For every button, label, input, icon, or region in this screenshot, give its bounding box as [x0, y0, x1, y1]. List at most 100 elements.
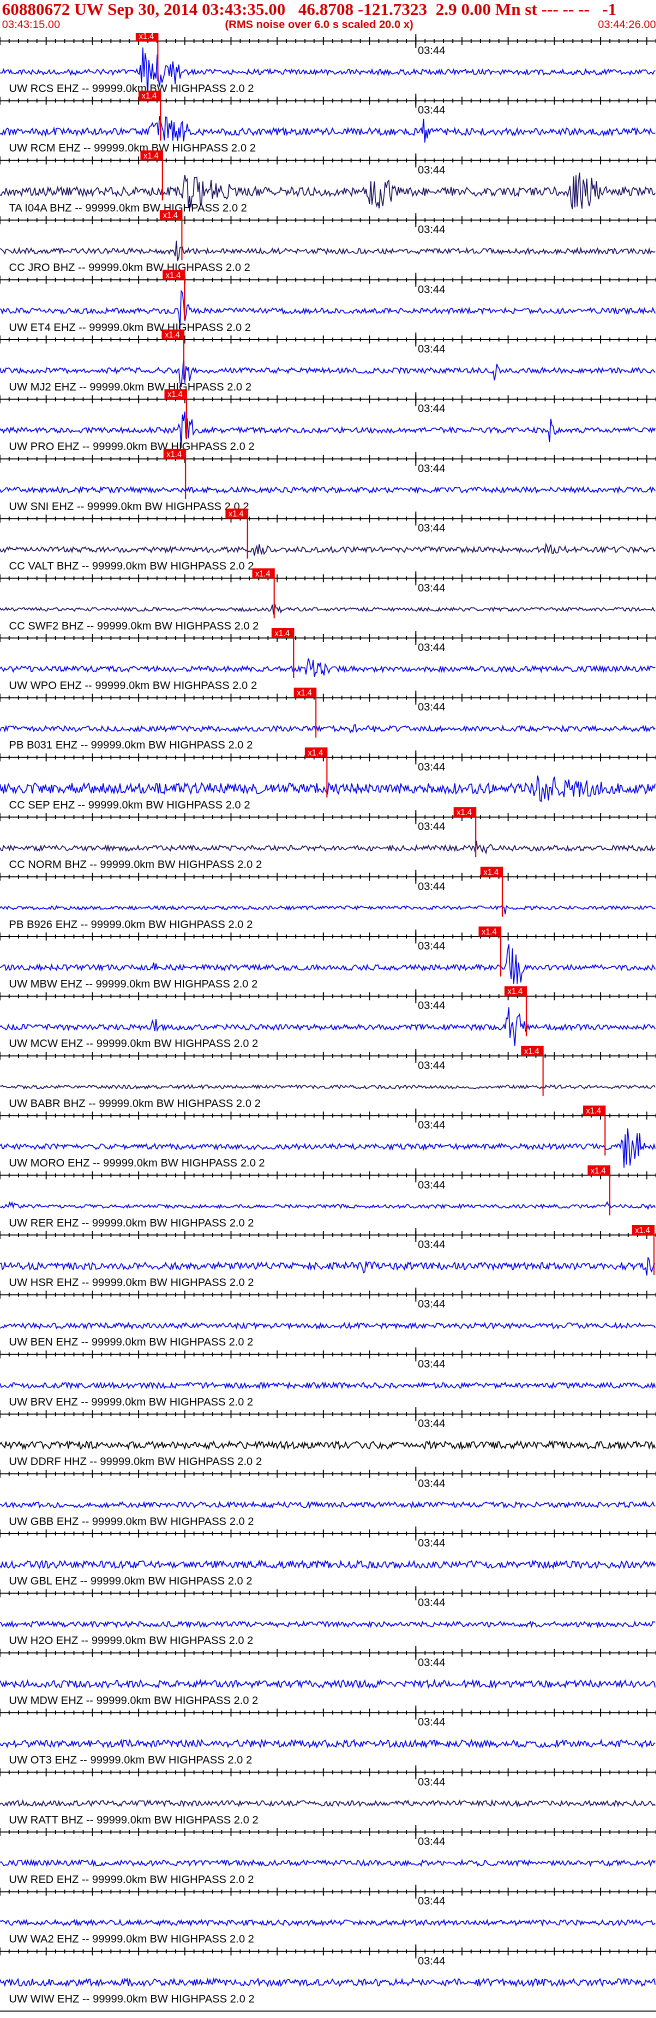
station-label: UW BEN EHZ -- 99999.0km BW HIGHPASS 2.0 …	[9, 1337, 253, 1349]
trace-row: 03:44 UW MORO EHZ -- 99999.0km BW HIGHPAS…	[0, 1105, 656, 1170]
minute-label: 03:44	[418, 1000, 446, 1012]
trace-row: 03:44 UW ET4 EHZ -- 99999.0km BW HIGHPASS…	[0, 269, 656, 334]
minute-label: 03:44	[418, 463, 446, 475]
trace-row: 03:44 UW MBW EHZ -- 99999.0km BW HIGHPASS…	[0, 926, 656, 991]
minute-label: 03:44	[418, 702, 446, 714]
minute-label: 03:44	[418, 164, 446, 176]
waveform-trace	[0, 1678, 656, 1689]
minute-label: 03:44	[418, 1538, 446, 1550]
pick-label: x1.4	[524, 1047, 540, 1056]
station-label: UW WIW EHZ -- 99999.0km BW HIGHPASS 2.0 …	[9, 1993, 255, 2005]
trace-row: 03:44 UW HSR EHZ -- 99999.0km BW HIGHPASS…	[0, 1225, 656, 1289]
station-label: PB B926 EHZ -- 99999.0km BW HIGHPASS 2.0…	[9, 919, 253, 931]
station-label: UW MCW EHZ -- 99999.0km BW HIGHPASS 2.0 …	[9, 1038, 258, 1050]
pick-label: x1.4	[275, 629, 291, 638]
station-label: TA I04A BHZ -- 99999.0km BW HIGHPASS 2.0…	[9, 202, 247, 214]
minute-label: 03:44	[418, 1597, 446, 1609]
station-label: UW RATT BHZ -- 99999.0km BW HIGHPASS 2.0…	[9, 1814, 258, 1826]
end-time-label: 03:44:26.00	[597, 19, 656, 31]
trace-row: 03:44 UW RCM EHZ -- 99999.0km BW HIGHPASS…	[0, 90, 656, 155]
minute-label: 03:44	[418, 1478, 446, 1490]
trace-row: 03:44 UW RER EHZ -- 99999.0km BW HIGHPASS…	[0, 1165, 656, 1229]
minute-label: 03:44	[418, 1776, 446, 1788]
station-label: UW RCM EHZ -- 99999.0km BW HIGHPASS 2.0 …	[9, 143, 256, 155]
station-label: UW RER EHZ -- 99999.0km BW HIGHPASS 2.0 …	[9, 1217, 254, 1229]
waveform-trace	[0, 1738, 656, 1749]
station-label: UW MDW EHZ -- 99999.0km BW HIGHPASS 2.0 …	[9, 1695, 258, 1707]
pick-label: x1.4	[165, 331, 181, 340]
station-label: UW RED EHZ -- 99999.0km BW HIGHPASS 2.0 …	[9, 1874, 254, 1886]
trace-row: 03:44 UW BABR BHZ -- 99999.0km BW HIGHPAS…	[0, 1045, 656, 1110]
pick-label: x1.4	[507, 987, 523, 996]
station-label: PB B031 EHZ -- 99999.0km BW HIGHPASS 2.0…	[9, 740, 253, 752]
station-label: UW ET4 EHZ -- 99999.0km BW HIGHPASS 2.0 …	[9, 322, 251, 334]
minute-label: 03:44	[418, 105, 446, 117]
pick-label: x1.4	[483, 868, 499, 877]
trace-row: 03:44 CC SEP EHZ -- 99999.0km BW HIGHPASS…	[0, 747, 656, 811]
waveform-trace	[0, 723, 656, 734]
waveform-trace	[0, 603, 656, 615]
trace-row: 03:44 PB B926 EHZ -- 99999.0km BW HIGHPAS…	[0, 866, 656, 931]
minute-label: 03:44	[418, 1418, 446, 1430]
noise-scale-note: (RMS noise over 6.0 s scaled 20.0 x)	[225, 19, 414, 31]
waveform-trace	[0, 1858, 656, 1868]
seismogram-svg: 03:44 UW RCS EHZ -- 99999.0km BW HIGHPASS…	[0, 33, 656, 2012]
minute-label: 03:44	[418, 284, 446, 296]
minute-label: 03:44	[418, 1657, 446, 1669]
minute-label: 03:44	[418, 941, 446, 953]
minute-label: 03:44	[418, 1060, 446, 1072]
minute-label: 03:44	[418, 1836, 446, 1848]
minute-label: 03:44	[418, 45, 446, 57]
pick-label: x1.4	[228, 510, 244, 519]
trace-row: 03:44 UW BRV EHZ -- 99999.0km BW HIGHPASS…	[0, 1347, 656, 1408]
waveform-trace	[0, 840, 656, 855]
minute-label: 03:44	[418, 821, 446, 833]
pick-label: x1.4	[139, 33, 155, 41]
waveform-trace	[0, 485, 656, 495]
station-label: UW RCS EHZ -- 99999.0km BW HIGHPASS 2.0 …	[9, 83, 254, 95]
minute-label: 03:44	[418, 1955, 446, 1967]
waveform-trace	[0, 240, 656, 261]
minute-label: 03:44	[418, 344, 446, 356]
waveform-trace	[0, 116, 656, 143]
waveform-trace	[0, 1977, 656, 1988]
waveform-trace	[0, 1083, 656, 1090]
station-label: UW HSR EHZ -- 99999.0km BW HIGHPASS 2.0 …	[9, 1277, 254, 1289]
minute-label: 03:44	[418, 1120, 446, 1132]
station-label: UW GBB EHZ -- 99999.0km BW HIGHPASS 2.0 …	[9, 1516, 254, 1528]
station-label: UW H2O EHZ -- 99999.0km BW HIGHPASS 2.0 …	[9, 1635, 253, 1647]
trace-row: 03:44 PB B031 EHZ -- 99999.0km BW HIGHPAS…	[0, 687, 656, 752]
minute-label: 03:44	[418, 523, 446, 535]
pick-label: x1.4	[142, 92, 158, 101]
trace-row: 03:44 UW MCW EHZ -- 99999.0km BW HIGHPASS…	[0, 986, 656, 1050]
waveform-trace	[0, 1559, 656, 1570]
waveform-trace	[0, 1200, 656, 1211]
waveform-trace	[0, 1257, 656, 1276]
station-label: UW WPO EHZ -- 99999.0km BW HIGHPASS 2.0 …	[9, 680, 257, 692]
waveform-trace	[0, 1439, 656, 1451]
waveform-trace	[0, 775, 656, 803]
station-label: UW DDRF HHZ -- 99999.0km BW HIGHPASS 2.0…	[9, 1456, 262, 1468]
waveform-trace	[0, 1918, 656, 1928]
minute-label: 03:44	[418, 1299, 446, 1311]
trace-row: 03:44 UW MDW EHZ -- 99999.0km BW HIGHPASS…	[0, 1645, 656, 1707]
trace-row: 03:44 CC VALT BHZ -- 99999.0km BW HIGHPAS…	[0, 508, 656, 573]
trace-row: 03:44 CC SWF2 BHZ -- 99999.0km BW HIGHPAS…	[0, 568, 656, 632]
trace-row: 03:44 UW GBL EHZ -- 99999.0km BW HIGHPASS…	[0, 1526, 656, 1588]
waveform-trace	[0, 658, 656, 678]
station-label: UW WA2 EHZ -- 99999.0km BW HIGHPASS 2.0 …	[9, 1934, 254, 1946]
pick-label: x1.4	[167, 390, 183, 399]
trace-row: 03:44 UW MJ2 EHZ -- 99999.0km BW HIGHPASS…	[0, 329, 656, 394]
station-label: CC JRO BHZ -- 99999.0km BW HIGHPASS 2.0 …	[9, 262, 250, 274]
pick-label: x1.4	[591, 1166, 607, 1175]
seismogram-header: 60880672 UW Sep 30, 2014 03:43:35.00 46.…	[0, 0, 656, 33]
trace-row: 03:44 UW WA2 EHZ -- 99999.0km BW HIGHPASS…	[0, 1884, 656, 1946]
minute-label: 03:44	[418, 642, 446, 654]
start-time-label: 03:43:15.00	[2, 19, 61, 31]
pick-label: x1.4	[457, 808, 473, 817]
station-label: UW MBW EHZ -- 99999.0km BW HIGHPASS 2.0 …	[9, 979, 258, 991]
station-label: UW MORO EHZ -- 99999.0km BW HIGHPASS 2.0…	[9, 1158, 265, 1170]
station-label: UW PRO EHZ -- 99999.0km BW HIGHPASS 2.0 …	[9, 441, 255, 453]
trace-row: 03:44 CC NORM BHZ -- 99999.0km BW HIGHPAS…	[0, 807, 656, 871]
trace-row: 03:44 UW BEN EHZ -- 99999.0km BW HIGHPASS…	[0, 1287, 656, 1349]
